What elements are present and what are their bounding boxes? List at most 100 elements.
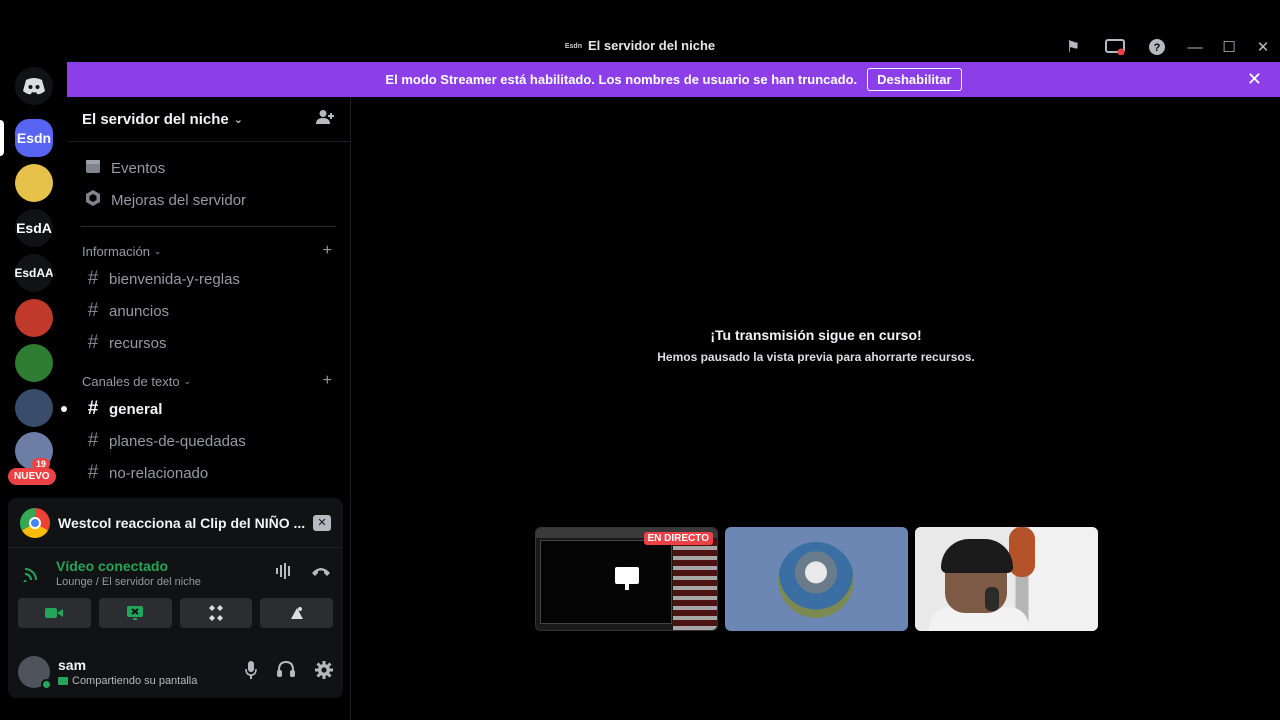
server-esdaa[interactable]: EsdAA [15, 254, 53, 292]
help-icon[interactable]: ? [1136, 34, 1178, 60]
server-esdn[interactable]: Esdn [15, 119, 53, 157]
minimize-icon[interactable]: — [1178, 34, 1212, 60]
category-informacion[interactable]: Información ⌄ + [67, 239, 350, 263]
participant-tile-camera[interactable] [915, 527, 1098, 631]
participant-tile-avatar[interactable] [725, 527, 908, 631]
user-panel: Westcol reacciona al Clip del NIÑO ... ✕… [8, 498, 343, 698]
noise-suppression-icon[interactable] [275, 562, 293, 584]
add-channel-icon[interactable]: + [323, 242, 332, 260]
boost-icon [83, 189, 103, 211]
activity-row[interactable]: Westcol reacciona al Clip del NIÑO ... ✕ [8, 498, 343, 548]
channel-label: anuncios [109, 302, 170, 320]
channel-label: recursos [109, 334, 167, 352]
server-esda[interactable]: EsdA [15, 209, 53, 247]
hash-icon: # [87, 462, 99, 483]
hash-icon: # [87, 300, 99, 321]
online-status-dot [41, 679, 52, 690]
server-avatar-gray[interactable] [15, 389, 53, 427]
disconnect-icon[interactable] [311, 564, 331, 582]
voice-status: Vídeo conectado [56, 558, 169, 574]
server-avatar-red[interactable] [15, 299, 53, 337]
banner-text: El modo Streamer está habilitado. Los no… [385, 72, 858, 87]
voice-connection: Vídeo conectado Lounge / El servidor del… [8, 548, 343, 598]
server-avatar-green[interactable] [15, 344, 53, 382]
add-channel-icon[interactable]: + [323, 372, 332, 390]
server-label: EsdAA [15, 266, 53, 280]
headphones-icon[interactable] [277, 660, 295, 684]
user-status: Compartiendo su pantalla [58, 675, 197, 687]
new-badge[interactable]: NUEVO [8, 468, 56, 485]
main-stage: ¡Tu transmisión sigue en curso! Hemos pa… [352, 97, 1280, 720]
streamer-mode-banner: El modo Streamer está habilitado. Los no… [67, 62, 1280, 97]
title-actions: ⚑ ? — ☐ ✕ [1052, 34, 1280, 60]
close-window-icon[interactable]: ✕ [1246, 34, 1280, 60]
category-label: Información [82, 243, 150, 259]
close-icon[interactable]: ✕ [1247, 69, 1262, 90]
camera-person-headphones [985, 587, 999, 611]
unread-dot [61, 406, 67, 412]
hash-icon: # [87, 430, 99, 451]
stream-preview [540, 540, 672, 624]
channel-bienvenida-y-reglas[interactable]: # bienvenida-y-reglas [67, 263, 350, 295]
avatar[interactable] [18, 656, 52, 690]
title-bar: Esdn El servidor del niche ⚑ ? — ☐ ✕ [0, 0, 1280, 62]
channel-label: bienvenida-y-reglas [109, 270, 240, 288]
camera-person-beanie [941, 539, 1013, 573]
server-avatar-anime[interactable] [15, 164, 53, 202]
live-badge: EN DIRECTO [643, 532, 713, 545]
channel-recursos[interactable]: # recursos [67, 327, 350, 359]
user-controls [245, 660, 333, 684]
screen-share-status-icon [58, 677, 68, 685]
category-canales-de-texto[interactable]: Canales de texto ⌄ + [67, 369, 350, 393]
stream-paused-title: ¡Tu transmisión sigue en curso! [710, 327, 922, 343]
user-area: sam Compartiendo su pantalla [8, 646, 343, 698]
calendar-icon [83, 158, 103, 179]
sidebar-item-boosts[interactable]: Mejoras del servidor [67, 184, 350, 216]
voice-location[interactable]: Lounge / El servidor del niche [56, 576, 201, 588]
voice-actions [8, 598, 343, 628]
window-title-text: El servidor del niche [587, 38, 716, 53]
selected-server-pill [0, 120, 4, 156]
maximize-icon[interactable]: ☐ [1212, 34, 1246, 60]
channel-planes-de-quedadas[interactable]: # planes-de-quedadas [67, 425, 350, 457]
monitor-icon [615, 567, 639, 590]
disable-streamer-button[interactable]: Deshabilitar [867, 68, 962, 91]
sidebar-item-label: Eventos [111, 159, 166, 177]
hash-icon: # [87, 398, 99, 419]
chrome-icon [20, 507, 50, 538]
camera-button[interactable] [18, 598, 91, 628]
chevron-down-icon: ⌄ [233, 113, 243, 126]
discord-home-icon[interactable] [15, 67, 53, 105]
channel-anuncios[interactable]: # anuncios [67, 295, 350, 327]
microphone-icon[interactable] [245, 660, 257, 684]
chevron-down-icon: ⌄ [153, 245, 162, 256]
screen-share-icon[interactable] [1094, 34, 1136, 60]
chevron-down-icon: ⌄ [183, 375, 192, 386]
user-info[interactable]: sam Compartiendo su pantalla [58, 657, 197, 687]
signal-icon[interactable] [20, 561, 44, 585]
server-name: El servidor del niche [82, 110, 229, 128]
hash-icon: # [87, 332, 99, 353]
sidebar-item-events[interactable]: Eventos [67, 152, 350, 184]
voice-text: Vídeo conectado Lounge / El servidor del… [56, 558, 201, 588]
stream-tile-screen[interactable]: EN DIRECTO [535, 527, 718, 631]
channel-label: planes-de-quedadas [109, 432, 246, 450]
settings-gear-icon[interactable] [315, 660, 333, 684]
flag-icon[interactable]: ⚑ [1052, 34, 1094, 60]
svg-text:?: ? [1154, 42, 1161, 54]
soundboard-button[interactable] [260, 598, 333, 628]
stop-stream-icon[interactable]: ✕ [313, 514, 331, 531]
hash-icon: # [87, 268, 99, 289]
camera-guitar [1009, 527, 1035, 577]
username: sam [58, 657, 87, 673]
participant-avatar [778, 542, 854, 618]
channel-label: no-relacionado [109, 464, 209, 482]
invite-people-icon[interactable] [316, 109, 334, 130]
screen-share-button[interactable] [98, 598, 172, 628]
server-header[interactable]: El servidor del niche ⌄ [67, 97, 350, 142]
channel-general[interactable]: # general [61, 393, 350, 425]
stream-preview-sidebar [673, 540, 717, 630]
channel-no-relacionado[interactable]: # no-relacionado [67, 457, 350, 489]
activities-button[interactable] [179, 598, 253, 628]
stream-paused-subtitle: Hemos pausado la vista previa para ahorr… [657, 350, 975, 364]
